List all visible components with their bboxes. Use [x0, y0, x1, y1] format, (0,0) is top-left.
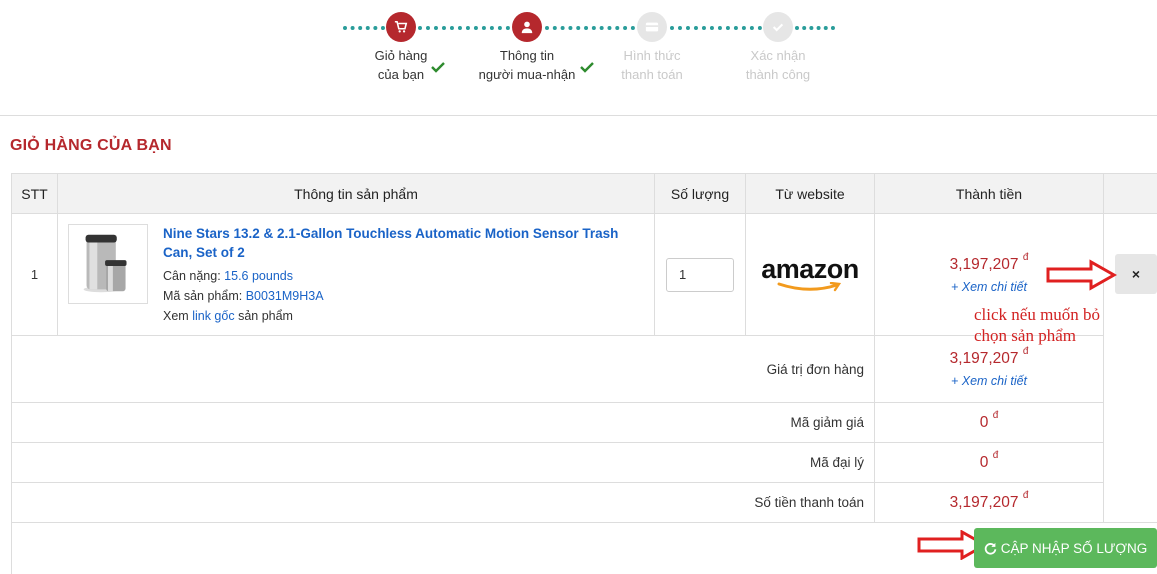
step-payment-label: Hình thức thanh toán — [602, 46, 702, 84]
step-confirm-label: Xác nhận thành công — [728, 46, 828, 84]
column-header-qty: Số lượng — [654, 173, 746, 214]
step-label-line: Hình thức — [623, 48, 681, 63]
amazon-smile-icon — [777, 281, 842, 291]
product-sku: Mã sản phẩm: B0031M9H3A — [163, 286, 644, 306]
agent-value: 0 đ — [875, 450, 1103, 472]
agent-amount: 0 — [979, 453, 989, 471]
product-image[interactable] — [68, 224, 148, 304]
source-suffix: sản phẩm — [238, 309, 293, 323]
order-value-label: Giá trị đơn hàng — [11, 335, 875, 403]
order-value-amount: 3,197,207 — [949, 350, 1019, 367]
quantity-input[interactable] — [666, 257, 734, 292]
payment-label: Số tiền thanh toán — [11, 482, 875, 523]
user-icon — [521, 21, 533, 34]
update-button-label: CẬP NHẬP SỐ LƯỢNG — [1000, 540, 1148, 556]
annotation-arrow-icon — [1046, 259, 1117, 291]
step-buyer-circle[interactable] — [512, 12, 542, 42]
step-label-line: Xác nhận — [750, 48, 806, 63]
step-label-line: người mua-nhận — [478, 67, 576, 82]
table-header-row: STT Thông tin sản phẩm Số lượng Từ websi… — [11, 173, 1157, 214]
cell-payment: 3,197,207 đ — [874, 482, 1104, 523]
close-icon: × — [1131, 266, 1141, 282]
original-link[interactable]: link gốc — [192, 309, 234, 323]
discount-value: 0 đ — [875, 410, 1103, 432]
empty-cell — [1104, 483, 1157, 523]
weight-value: 15.6 pounds — [224, 269, 293, 283]
cell-qty — [654, 213, 746, 336]
column-header-stt: STT — [11, 173, 58, 214]
cell-agent: 0 đ — [874, 442, 1104, 483]
payment-value: 3,197,207 đ — [875, 490, 1103, 512]
page-title: GIỎ HÀNG CỦA BẠN — [10, 137, 172, 154]
column-header-website: Từ website — [745, 173, 875, 214]
summary-row: Mã đại lý 0 đ — [11, 442, 1157, 483]
sku-label: Mã sản phẩm: — [163, 289, 243, 303]
step-label-line: thanh toán — [621, 67, 683, 82]
step-label-line: thành công — [745, 67, 811, 82]
column-header-total: Thành tiền — [874, 173, 1104, 214]
currency-symbol: đ — [1022, 251, 1029, 263]
summary-row: Mã giảm giá 0 đ — [11, 402, 1157, 443]
column-header-product: Thông tin sản phẩm — [57, 173, 655, 214]
progress-dots — [795, 26, 835, 30]
annotation-note: click nếu muốn bỏ chọn sản phẩm — [974, 304, 1100, 346]
step-label-line: Thông tin — [499, 48, 555, 63]
check-circle-icon — [772, 23, 784, 32]
cell-discount: 0 đ — [874, 402, 1104, 443]
empty-cell — [1104, 403, 1157, 443]
summary-row: Số tiền thanh toán 3,197,207 đ — [11, 482, 1157, 523]
discount-label: Mã giảm giá — [11, 402, 875, 443]
check-icon — [431, 62, 445, 73]
currency-symbol: đ — [992, 409, 999, 421]
currency-symbol: đ — [992, 449, 999, 461]
refresh-icon — [984, 542, 997, 555]
progress-dots — [418, 26, 510, 30]
product-name-link[interactable]: Nine Stars 13.2 & 2.1-Gallon Touchless A… — [163, 224, 644, 262]
currency-symbol: đ — [1022, 489, 1029, 501]
step-confirm-circle — [763, 12, 793, 42]
product-source: Xem link gốc sản phẩm — [163, 306, 644, 326]
progress-dots — [545, 26, 635, 30]
step-buyer-label: Thông tin người mua-nhận — [467, 46, 587, 84]
checkout-progress: Giỏ hàng của bạn Thông tin người mua-nhậ… — [0, 0, 1157, 116]
cell-stt: 1 — [11, 213, 58, 336]
cart-icon — [394, 20, 408, 33]
cell-website: amazon — [745, 213, 875, 336]
check-icon — [580, 62, 594, 73]
card-icon — [645, 22, 659, 32]
cell-product: Nine Stars 13.2 & 2.1-Gallon Touchless A… — [57, 213, 655, 336]
discount-amount: 0 — [979, 413, 989, 431]
step-cart-circle[interactable] — [386, 12, 416, 42]
order-detail-link[interactable]: + Xem chi tiết — [875, 374, 1103, 388]
annotation-line: click nếu muốn bỏ — [974, 305, 1101, 324]
column-header-remove — [1103, 173, 1157, 214]
amazon-logo: amazon — [746, 253, 874, 294]
item-price: 3,197,207 — [949, 255, 1019, 273]
website-name: amazon — [761, 253, 859, 284]
empty-cell — [1104, 443, 1157, 483]
currency-symbol: đ — [1022, 346, 1029, 357]
sku-value: B0031M9H3A — [245, 289, 324, 303]
order-value: 3,197,207 đ — [875, 346, 1103, 368]
agent-label: Mã đại lý — [11, 442, 875, 483]
remove-item-button[interactable]: × — [1115, 254, 1157, 294]
payment-amount: 3,197,207 — [949, 493, 1019, 511]
progress-dots — [670, 26, 762, 30]
weight-label: Cân nặng: — [163, 269, 221, 283]
empty-cell — [1104, 336, 1157, 403]
product-info: Nine Stars 13.2 & 2.1-Gallon Touchless A… — [163, 224, 644, 326]
update-quantity-button[interactable]: CẬP NHẬP SỐ LƯỢNG — [974, 528, 1157, 568]
annotation-line: chọn sản phẩm — [974, 326, 1076, 345]
step-payment-circle — [637, 12, 667, 42]
cart-table: STT Thông tin sản phẩm Số lượng Từ websi… — [11, 173, 1157, 574]
source-prefix: Xem — [163, 309, 189, 323]
product-weight: Cân nặng: 15.6 pounds — [163, 266, 644, 286]
progress-dots — [343, 26, 385, 30]
